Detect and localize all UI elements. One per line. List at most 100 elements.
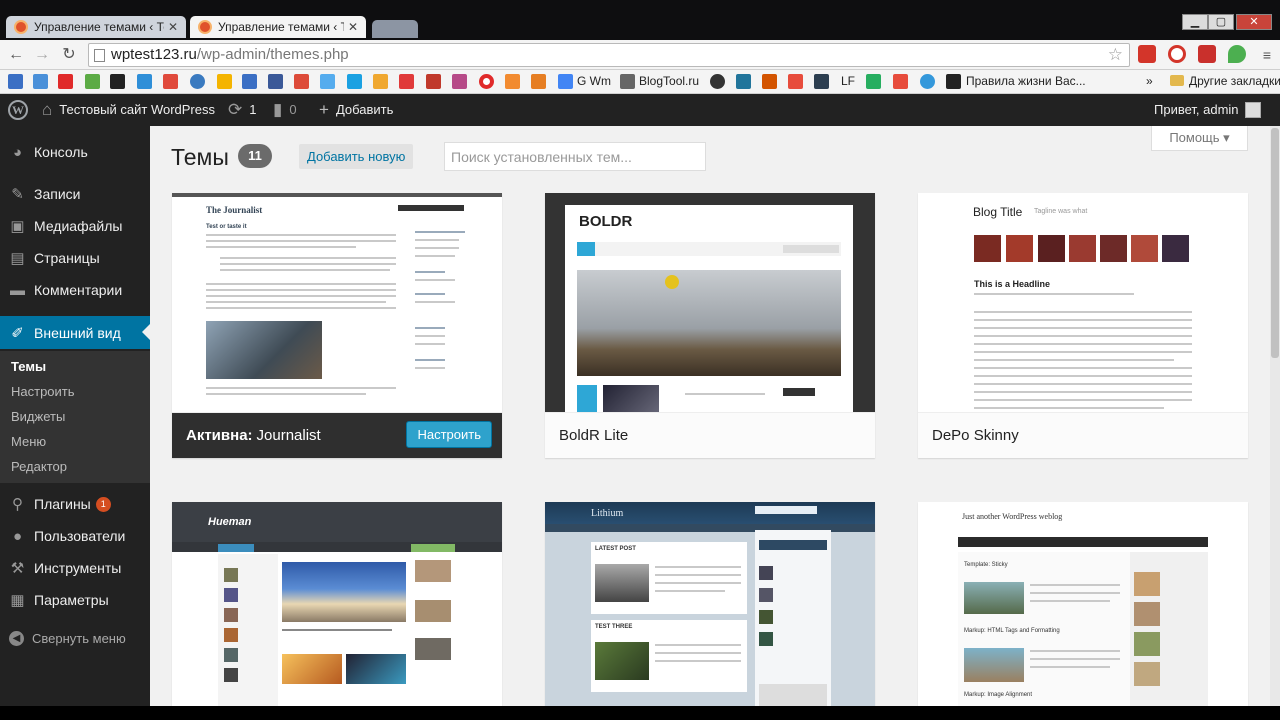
menu-media[interactable]: ▣ Медиафайлы [0,210,150,242]
bookmark-icon[interactable] [531,74,546,89]
theme-card-boldr-lite[interactable]: BOLDR BoldR Lite [545,193,875,458]
new-tab-button[interactable] [372,20,418,38]
submenu-customize[interactable]: Настроить [11,384,75,399]
text-line [655,566,741,568]
bookmark-icon[interactable] [814,74,829,89]
bookmark-icon[interactable] [373,74,388,89]
menu-icon[interactable]: ≡ [1256,44,1278,66]
page-scrollbar[interactable] [1270,126,1280,706]
collapse-menu-button[interactable]: ◀ Свернуть меню [9,631,126,646]
bookmark-icon[interactable] [8,74,23,89]
add-new-link[interactable]: + Добавить [319,94,393,126]
text-line [415,343,445,345]
minimize-button[interactable]: ▁ [1182,14,1208,30]
theme-card-weblog[interactable]: Just another WordPress weblog Template: … [918,502,1248,706]
bookmark-icon[interactable] [452,74,467,89]
customize-button[interactable]: Настроить [406,421,492,448]
updates-link[interactable]: ⟳ 1 [228,94,256,126]
map-pin-extension-icon[interactable] [1228,45,1246,63]
opera-extension-icon[interactable] [1168,45,1186,63]
browser-tab-1[interactable]: Управление темами ‹ Те ✕ [6,16,186,38]
theme-card-depo-skinny[interactable]: Blog Title Tagline was what This is a He… [918,193,1248,458]
shot-tab [411,544,455,552]
ie-icon[interactable] [347,74,362,89]
menu-plugins[interactable]: ⚲ Плагины 1 [0,488,150,520]
more-bookmarks-icon[interactable]: » [1146,74,1153,88]
bookmark-icon[interactable] [110,74,125,89]
search-themes-input[interactable] [444,142,706,171]
bookmarks-bar: G Wm BlogTool.ru LF Правила жизни Вас...… [0,70,1280,94]
bookmark-icon[interactable] [33,74,48,89]
help-tab-button[interactable]: Помощь ▾ [1151,126,1248,151]
comments-link[interactable]: ▮ 0 [273,94,297,126]
bookmark-icon[interactable] [505,74,520,89]
menu-dashboard[interactable]: ◕ Консоль [0,136,150,168]
menu-pages[interactable]: ▤ Страницы [0,242,150,274]
address-bar[interactable]: wptest123.ru/wp-admin/themes.php ☆ [88,43,1130,67]
bookmark-icon[interactable] [163,74,178,89]
bookmark-icon[interactable] [866,74,881,89]
add-new-theme-button[interactable]: Добавить новую [299,144,414,169]
bookmark-icon[interactable] [893,74,908,89]
bookmark-star-icon[interactable]: ☆ [1108,44,1123,66]
browser-tab-2[interactable]: Управление темами ‹ Те ✕ [190,16,366,38]
bookmark-icon[interactable] [788,74,803,89]
close-icon[interactable]: ✕ [168,20,178,34]
drive-icon[interactable] [217,74,232,89]
submenu-widgets[interactable]: Виджеты [11,409,65,424]
bookmark-pravila[interactable]: Правила жизни Вас... [966,74,1086,88]
dashboard-icon: ◕ [12,143,23,161]
wordpress-logo-icon[interactable]: W [8,94,28,126]
gmail-extension-icon[interactable] [1138,45,1156,63]
bookmark-icon[interactable] [399,74,414,89]
forward-icon[interactable]: → [31,44,53,66]
theme-card-journalist[interactable]: The Journalist Test or taste it Активна:… [172,193,502,458]
text-line [206,234,396,236]
bookmark-icon[interactable] [762,74,777,89]
addon-extension-icon[interactable] [1198,45,1216,63]
google-icon[interactable] [558,74,573,89]
menu-appearance[interactable]: ✐ Внешний вид [0,316,150,349]
text-line [974,319,1192,321]
youtube-icon[interactable] [58,74,73,89]
theme-card-lithium[interactable]: Lithium LATEST POST TEST THREE [545,502,875,706]
submenu-themes[interactable]: Темы [11,359,46,374]
menu-comments[interactable]: ▬ Комментарии [0,274,150,306]
menu-users[interactable]: ● Пользователи [0,520,150,552]
bookmark-icon[interactable] [920,74,935,89]
maximize-button[interactable]: ▢ [1208,14,1234,30]
menu-tools[interactable]: ⚒ Инструменты [0,552,150,584]
bookmark-icon[interactable] [85,74,100,89]
bookmark-icon[interactable] [426,74,441,89]
bookmark-icon[interactable] [946,74,961,89]
bookmark-lf[interactable]: LF [841,74,855,88]
reload-icon[interactable]: ↻ [58,44,80,66]
submenu-menus[interactable]: Меню [11,434,46,449]
menu-settings[interactable]: ▦ Параметры [0,584,150,616]
theme-card-hueman[interactable]: Hueman [172,502,502,706]
text-line [655,582,741,584]
menu-posts[interactable]: ✎ Записи [0,178,150,210]
my-account-link[interactable]: Привет, admin [1154,94,1261,126]
bookmark-icon[interactable] [190,74,205,89]
close-window-button[interactable]: ✕ [1236,14,1272,30]
bookmark-icon[interactable] [479,74,494,89]
shot-search [783,245,839,253]
submenu-editor[interactable]: Редактор [11,459,67,474]
facebook-icon[interactable] [268,74,283,89]
bookmark-icon[interactable] [137,74,152,89]
other-bookmarks[interactable]: Другие закладки [1170,74,1280,88]
paw-icon[interactable] [710,74,725,89]
close-icon[interactable]: ✕ [348,20,358,34]
twitter-icon[interactable] [320,74,335,89]
wordpress-icon[interactable] [736,74,751,89]
bookmark-icon[interactable] [242,74,257,89]
back-icon[interactable]: ← [5,44,27,66]
scrollbar-thumb[interactable] [1271,128,1279,358]
bookmark-gwm[interactable]: G Wm [577,74,611,88]
google-plus-icon[interactable] [294,74,309,89]
site-name-link[interactable]: ⌂ Тестовый сайт WordPress [42,94,215,126]
bookmark-blogtool[interactable]: BlogTool.ru [639,74,699,88]
comment-icon: ▬ [10,281,25,299]
wrench-icon[interactable] [620,74,635,89]
